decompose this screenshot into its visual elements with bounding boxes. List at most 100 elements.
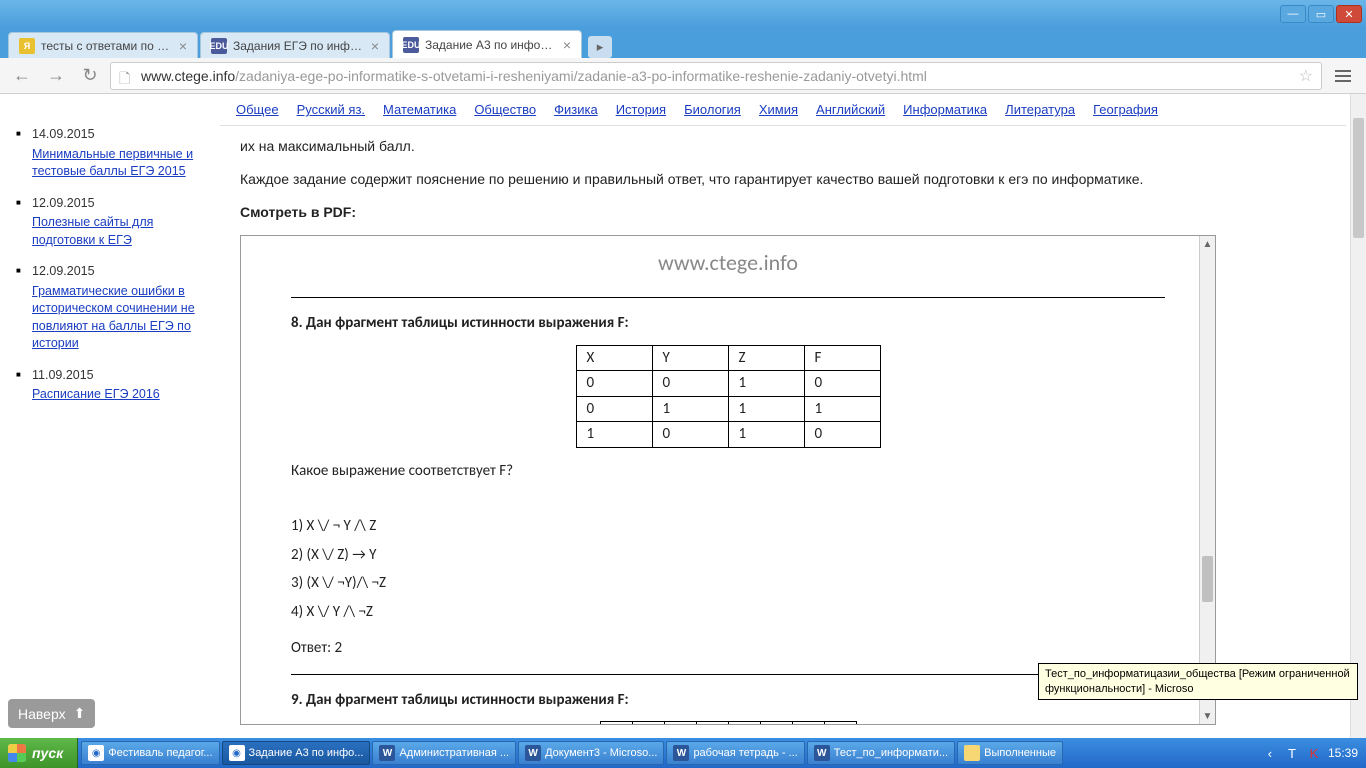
taskbar-clock[interactable]: 15:39 bbox=[1328, 746, 1358, 760]
taskbar-item-label: Тест_по_информати... bbox=[834, 747, 948, 759]
page-icon: 🗋 bbox=[119, 68, 135, 84]
sidebar-date: 12.09.2015 bbox=[32, 264, 95, 278]
article-text: их на максимальный балл. bbox=[240, 136, 1216, 157]
answer-text: Ответ: 2 bbox=[291, 637, 1165, 660]
question-text: Какое выражение соответствует F? bbox=[291, 460, 1165, 483]
sidebar-item: 12.09.2015 Грамматические ошибки в истори… bbox=[16, 263, 204, 353]
taskbar-item-label: рабочая тетрадь - ... bbox=[693, 747, 797, 759]
question-title: 8. Дан фрагмент таблицы истинности выраж… bbox=[291, 312, 1165, 335]
taskbar-item-icon: W bbox=[814, 745, 830, 761]
taskbar-item-icon: ◉ bbox=[88, 745, 104, 761]
taskbar-tooltip: Тест_по_информатицазии_общества [Режим о… bbox=[1038, 663, 1358, 700]
taskbar-item[interactable]: Выполненные bbox=[957, 741, 1063, 765]
scroll-up-icon[interactable]: ▲ bbox=[1200, 236, 1215, 252]
forward-button[interactable]: → bbox=[42, 62, 70, 90]
start-label: пуск bbox=[32, 745, 63, 761]
pdf-divider bbox=[291, 674, 1165, 675]
url-bar[interactable]: 🗋 www.ctege.info/zadaniya-ege-po-informa… bbox=[110, 62, 1322, 90]
window-minimize-button[interactable]: — bbox=[1280, 5, 1306, 23]
url-path: /zadaniya-ege-po-informatike-s-otvetami-… bbox=[235, 68, 927, 84]
nav-link[interactable]: Информатика bbox=[903, 102, 987, 117]
scroll-thumb[interactable] bbox=[1202, 556, 1213, 602]
taskbar-item-icon bbox=[964, 745, 980, 761]
back-button[interactable]: ← bbox=[8, 62, 36, 90]
sidebar-link[interactable]: Полезные сайты для подготовки к ЕГЭ bbox=[32, 214, 204, 249]
taskbar-item[interactable]: WАдминистративная ... bbox=[372, 741, 516, 765]
nav-link[interactable]: Химия bbox=[759, 102, 798, 117]
taskbar-item-label: Документ3 - Microso... bbox=[545, 747, 657, 759]
url-domain: www.ctege.info bbox=[141, 68, 235, 84]
sidebar: 14.09.2015 Минимальные первичные и тестов… bbox=[0, 94, 220, 738]
nav-link[interactable]: Общее bbox=[236, 102, 279, 117]
arrow-up-icon: ⬆ bbox=[74, 705, 86, 722]
tray-icon[interactable]: ‹ bbox=[1262, 745, 1278, 761]
window-maximize-button[interactable]: ▭ bbox=[1308, 5, 1334, 23]
nav-link[interactable]: История bbox=[616, 102, 666, 117]
taskbar-item-label: Выполненные bbox=[984, 747, 1056, 759]
taskbar-item[interactable]: ◉ Фестиваль педагог... bbox=[81, 741, 219, 765]
button-label: Наверх bbox=[18, 706, 66, 722]
nav-link[interactable]: География bbox=[1093, 102, 1158, 117]
sidebar-date: 12.09.2015 bbox=[32, 196, 95, 210]
window-close-button[interactable]: ✕ bbox=[1336, 5, 1362, 23]
new-tab-button[interactable]: ▸ bbox=[588, 36, 612, 58]
article-text: Каждое задание содержит пояснение по реш… bbox=[240, 169, 1216, 190]
taskbar-item-label: Задание А3 по инфо... bbox=[249, 747, 364, 759]
tab-favicon: EDU bbox=[403, 37, 419, 53]
sidebar-link[interactable]: Грамматические ошибки в историческом соч… bbox=[32, 283, 204, 353]
main-article: их на максимальный балл. Каждое задание … bbox=[220, 94, 1366, 738]
tab-close-icon[interactable]: × bbox=[371, 38, 379, 54]
pdf-watermark: www.ctege.info bbox=[291, 246, 1165, 279]
tab-close-icon[interactable]: × bbox=[179, 38, 187, 54]
taskbar-item-icon: W bbox=[673, 745, 689, 761]
pdf-divider bbox=[291, 297, 1165, 298]
scroll-thumb[interactable] bbox=[1353, 118, 1364, 238]
tab-close-icon[interactable]: × bbox=[563, 37, 571, 53]
sidebar-link[interactable]: Минимальные первичные и тестовые баллы Е… bbox=[32, 146, 204, 181]
system-tray: ‹ T K 15:39 bbox=[1254, 738, 1366, 768]
bookmark-icon[interactable]: ☆ bbox=[1299, 66, 1313, 86]
windows-taskbar: пуск ◉ Фестиваль педагог... ◉Задание А3 по… bbox=[0, 738, 1366, 768]
answer-option: 3) (X \/ ¬Y)/\ ¬Z bbox=[291, 572, 1165, 595]
nav-link[interactable]: Литература bbox=[1005, 102, 1075, 117]
scroll-down-icon[interactable]: ▼ bbox=[1200, 708, 1215, 724]
tab-title: тесты с ответами по инфо bbox=[41, 39, 175, 53]
nav-link[interactable]: Физика bbox=[554, 102, 598, 117]
page-content: Общее Русский яз. Математика Общество Физика… bbox=[0, 94, 1366, 738]
tray-icon[interactable]: T bbox=[1284, 745, 1300, 761]
taskbar-item[interactable]: ◉Задание А3 по инфо... bbox=[222, 741, 371, 765]
pdf-scrollbar[interactable]: ▲ ▼ bbox=[1199, 236, 1215, 724]
page-scrollbar[interactable] bbox=[1350, 94, 1366, 738]
tab-favicon: Я bbox=[19, 38, 35, 54]
sidebar-link[interactable]: Расписание ЕГЭ 2016 bbox=[32, 386, 204, 404]
nav-link[interactable]: Биология bbox=[684, 102, 741, 117]
start-button[interactable]: пуск bbox=[0, 738, 78, 768]
taskbar-item-label: Административная ... bbox=[399, 747, 509, 759]
browser-menu-button[interactable] bbox=[1328, 62, 1358, 90]
window-titlebar: — ▭ ✕ bbox=[0, 0, 1366, 28]
browser-toolbar: ← → ↻ 🗋 www.ctege.info/zadaniya-ege-po-i… bbox=[0, 58, 1366, 94]
reload-button[interactable]: ↻ bbox=[76, 62, 104, 90]
scroll-to-top-button[interactable]: Наверх ⬆ bbox=[8, 699, 95, 728]
taskbar-item-label: Фестиваль педагог... bbox=[108, 747, 212, 759]
taskbar-item[interactable]: W Тест_по_информати... bbox=[807, 741, 955, 765]
tray-antivirus-icon[interactable]: K bbox=[1306, 745, 1322, 761]
sidebar-item: 11.09.2015 Расписание ЕГЭ 2016 bbox=[16, 367, 204, 404]
taskbar-item[interactable]: Wрабочая тетрадь - ... bbox=[666, 741, 804, 765]
truth-table-8: XYZF001001111010 bbox=[576, 345, 881, 448]
sidebar-date: 14.09.2015 bbox=[32, 127, 95, 141]
browser-tab[interactable]: EDUЗадания ЕГЭ по информати× bbox=[200, 32, 390, 58]
nav-link[interactable]: Общество bbox=[474, 102, 536, 117]
taskbar-item[interactable]: WДокумент3 - Microso... bbox=[518, 741, 664, 765]
browser-tab[interactable]: Ятесты с ответами по инфо × bbox=[8, 32, 198, 58]
nav-link[interactable]: Русский яз. bbox=[297, 102, 365, 117]
browser-tab[interactable]: EDU Задание А3 по информатик × bbox=[392, 30, 582, 58]
question-title: 9. Дан фрагмент таблицы истинности выраж… bbox=[291, 689, 1165, 712]
tab-title: Задание А3 по информатик bbox=[425, 38, 559, 52]
tab-favicon: EDU bbox=[211, 38, 227, 54]
sidebar-date: 11.09.2015 bbox=[32, 368, 94, 382]
nav-link[interactable]: Математика bbox=[383, 102, 456, 117]
browser-tabstrip: Ятесты с ответами по инфо×EDUЗадания ЕГЭ… bbox=[0, 28, 1366, 58]
answer-option: 2) (X \/ Z) → Y bbox=[291, 544, 1165, 567]
nav-link[interactable]: Английский bbox=[816, 102, 885, 117]
